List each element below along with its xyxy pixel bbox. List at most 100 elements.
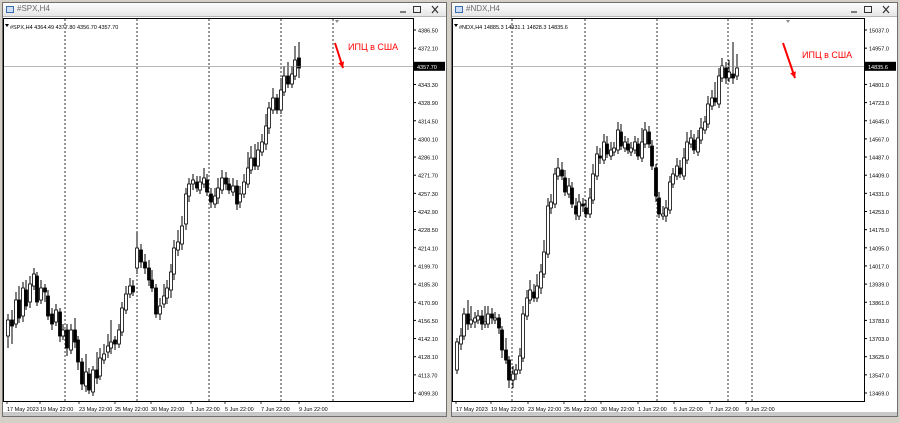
candle-body [654, 167, 658, 197]
candle-body [35, 275, 39, 303]
candle-body [619, 131, 623, 147]
candle-body [574, 205, 578, 215]
candle-body [563, 177, 567, 193]
candle-body [46, 295, 50, 317]
y-axis-label: 14723.0 [869, 101, 889, 107]
y-axis-label: 4228.50 [418, 228, 438, 234]
candle-body [584, 207, 588, 215]
y-axis-label: 4242.90 [418, 210, 438, 216]
candle-body [253, 157, 257, 167]
current-price-label: 14835.6 [868, 65, 888, 71]
y-axis-label: 13469.0 [869, 392, 889, 398]
y-axis-label: 4128.10 [418, 355, 438, 361]
candle-body [539, 271, 543, 289]
close-button[interactable] [430, 5, 440, 14]
candle-body [279, 89, 283, 111]
candle-body [462, 313, 466, 337]
window-titlebar[interactable]: #SPX,H4 [3, 3, 446, 17]
candle-body [180, 225, 184, 245]
candle-body [623, 141, 627, 149]
candle-body [147, 267, 151, 281]
candle-body [549, 201, 553, 209]
candle-body [227, 183, 231, 191]
minimize-button[interactable] [849, 5, 859, 14]
candle-body [490, 313, 494, 319]
candle-body [224, 177, 228, 185]
candle-body [91, 369, 95, 393]
window-bottom-strip [452, 412, 897, 416]
candle-body [703, 121, 707, 131]
candle-body [28, 283, 32, 303]
candle-body [553, 173, 557, 205]
candle-body [176, 241, 180, 251]
candle-body [511, 373, 515, 381]
candle-body [713, 97, 717, 103]
y-axis-label: 4156.50 [418, 319, 438, 325]
candle-body [213, 195, 217, 205]
candle-body [109, 341, 113, 349]
candle-body [69, 329, 73, 351]
candle-body [165, 287, 169, 299]
price-chart[interactable]: 15037.0 14957.0 14801.0 14723.0 14645.0 14567… [452, 18, 897, 416]
candle-body [131, 285, 135, 293]
window-titlebar[interactable]: #NDX,H4 [452, 3, 897, 17]
candle-body [507, 359, 511, 381]
window-title: #NDX,H4 [466, 4, 500, 13]
candle-body [65, 329, 69, 349]
y-axis-label: 4099.30 [418, 392, 438, 398]
chart-window-ndx[interactable]: #NDX,H4 15037.0 14957.0 14801.0 14723.0 1464… [451, 2, 898, 417]
y-axis-label: 13861.0 [869, 301, 889, 307]
candle-body [650, 145, 654, 167]
y-axis-label: 4142.10 [418, 337, 438, 343]
candle-body [209, 193, 213, 203]
y-axis-label: 4271.70 [418, 174, 438, 180]
candle-body [117, 329, 121, 345]
candle-body [135, 247, 139, 269]
window-bottom-strip [3, 412, 446, 416]
candle-body [58, 311, 62, 337]
candle-body [560, 169, 564, 177]
y-axis-label: 15037.0 [869, 29, 889, 35]
minimize-button[interactable] [398, 5, 408, 14]
candle-body [727, 71, 731, 79]
maximize-button[interactable] [412, 5, 422, 14]
candle-body [720, 65, 724, 79]
price-chart[interactable]: 4386.50 4372.10 4343.30 4328.90 4314.50 4300.… [3, 18, 446, 416]
candle-body [184, 193, 188, 225]
candle-body [500, 329, 504, 351]
candle-body [699, 127, 703, 141]
candle-body [198, 181, 202, 191]
candle-body [588, 197, 592, 215]
candle-body [647, 131, 651, 145]
y-axis-label: 13703.0 [869, 337, 889, 343]
candle-body [73, 329, 77, 343]
candle-body [525, 297, 529, 317]
chart-window-spx[interactable]: #SPX,H4 4386.50 4372.10 4343.30 4328.90 4314… [2, 2, 447, 417]
candle-body [455, 341, 459, 371]
candle-body [202, 177, 206, 185]
candle-body [633, 141, 637, 151]
maximize-button[interactable] [863, 5, 873, 14]
candle-body [616, 129, 620, 151]
y-axis-label: 4343.30 [418, 83, 438, 89]
candle-body [497, 317, 501, 329]
candle-body [43, 287, 47, 293]
candle-body [671, 173, 675, 185]
close-button[interactable] [881, 5, 891, 14]
candle-body [235, 185, 239, 205]
chart-info-line: #SPX,H4 4364.49 4377.80 4356.70 4357.70 [10, 25, 118, 31]
y-axis-label: 14801.0 [869, 83, 889, 89]
candle-body [24, 289, 28, 307]
annotation-text: ИПЦ в США [348, 42, 398, 52]
candle-body [271, 97, 275, 111]
y-axis-label: 14095.0 [869, 246, 889, 252]
candle-body [640, 141, 644, 159]
candle-body [664, 207, 668, 217]
candle-body [546, 205, 550, 255]
y-axis-label: 14409.0 [869, 174, 889, 180]
y-axis-label: 4214.10 [418, 246, 438, 252]
candle-body [10, 319, 14, 327]
candle-body [567, 185, 571, 195]
candle-body [581, 203, 585, 207]
candle-body [609, 149, 613, 157]
